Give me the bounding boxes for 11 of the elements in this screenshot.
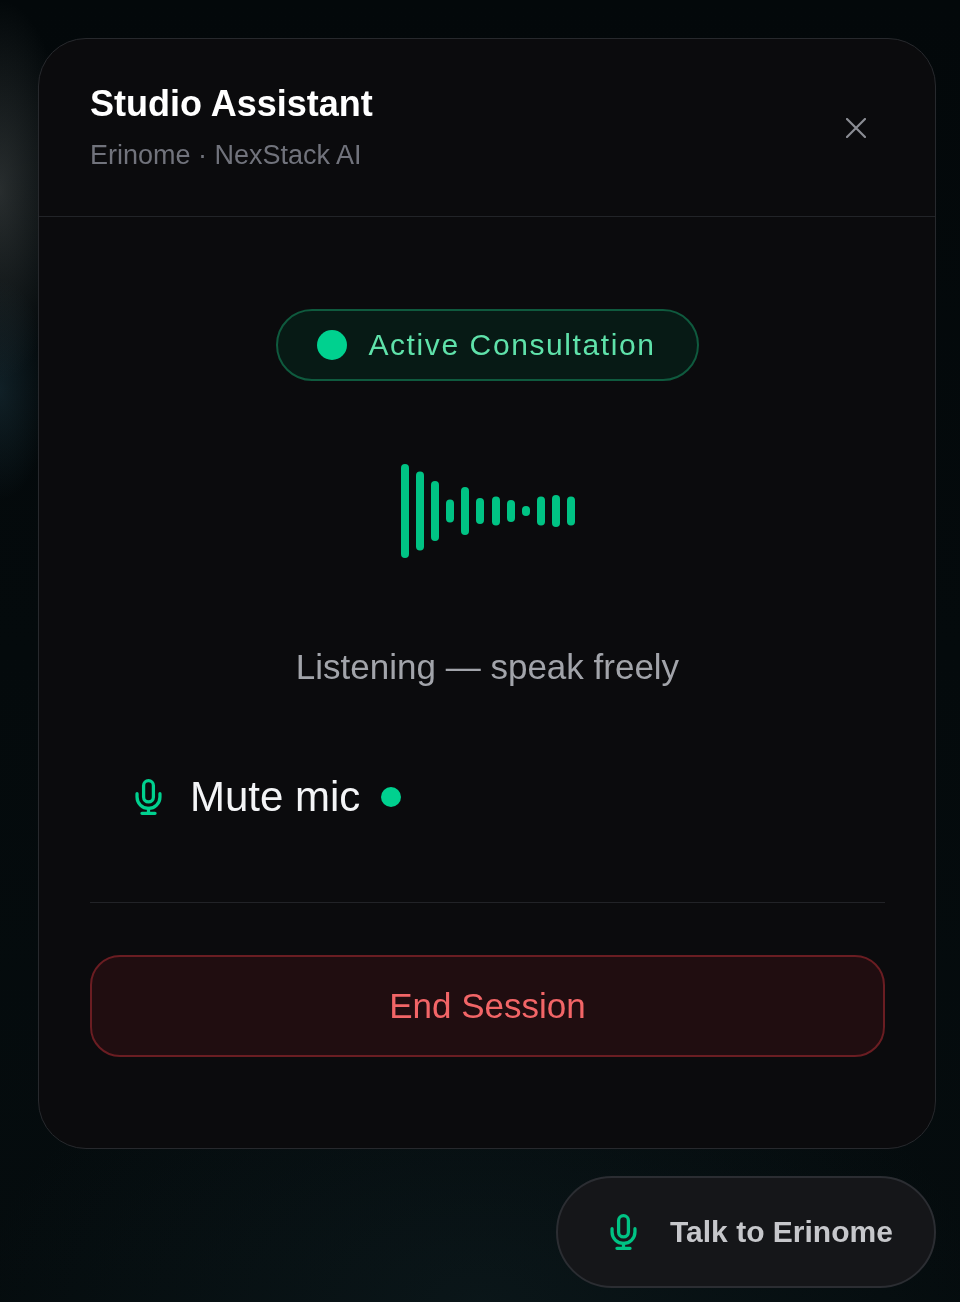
panel-title: Studio Assistant bbox=[90, 84, 373, 124]
talk-button[interactable]: Talk to Erinome bbox=[556, 1176, 936, 1288]
close-icon bbox=[846, 117, 866, 138]
status-label: Active Consultation bbox=[368, 327, 656, 363]
microphone-icon bbox=[610, 1214, 637, 1250]
status-text: Listening — speak freely bbox=[295, 647, 680, 687]
microphone-icon bbox=[135, 779, 162, 815]
close-button[interactable] bbox=[846, 117, 866, 138]
end-session-button[interactable]: End Session bbox=[90, 955, 885, 1057]
mute-mic-button[interactable]: Mute mic bbox=[135, 773, 402, 821]
panel-subtitle: Erinome · NexStack AI bbox=[90, 139, 363, 171]
